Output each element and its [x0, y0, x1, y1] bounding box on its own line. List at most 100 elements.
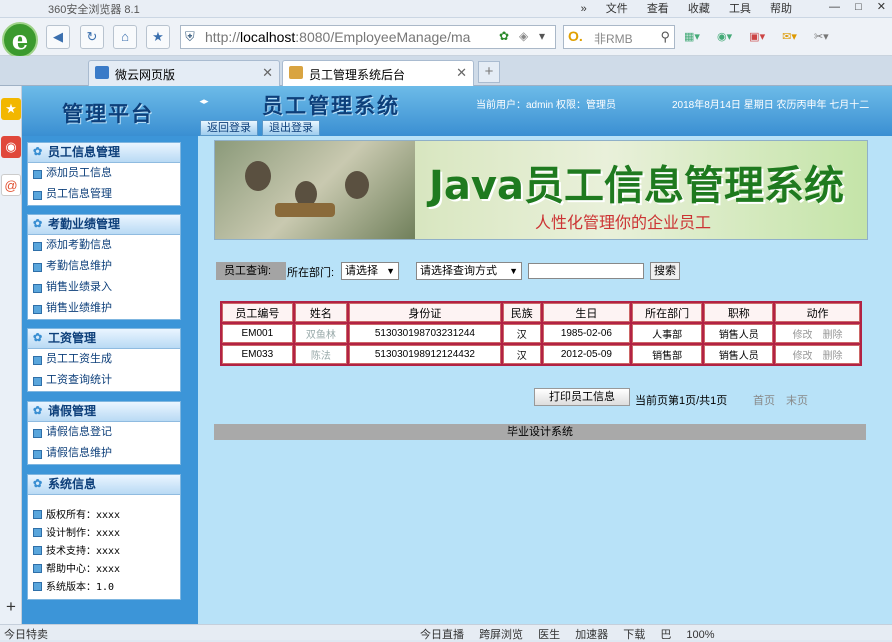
last-page-link[interactable]: 末页 [786, 392, 808, 408]
page-info: 当前页第1页/共1页 [635, 395, 728, 407]
sysinfo-copyright: 版权所有：xxxx [28, 507, 180, 525]
tab-employee-admin[interactable]: 员工管理系统后台 ✕ [282, 60, 474, 86]
url-dropdown-icon[interactable]: ▾ [539, 29, 545, 43]
translate-icon[interactable]: ▣▾ [749, 31, 765, 43]
refresh-icon[interactable]: ↻ [80, 25, 104, 49]
date-info: 2018年8月14日 星期日 农历丙申年 七月十二 [672, 100, 870, 111]
mail-sidebar-icon[interactable]: @ [1, 174, 21, 196]
menu-item-salary-stats[interactable]: 工资查询统计 [28, 370, 180, 391]
brand-title: 管理平台 [62, 101, 154, 126]
menu-item-add-attendance[interactable]: 添加考勤信息 [28, 235, 180, 256]
query-input[interactable] [528, 263, 644, 279]
new-tab-button[interactable]: + [478, 61, 500, 83]
col-birthday: 生日 [542, 303, 630, 322]
home-icon[interactable]: ⌂ [113, 25, 137, 49]
col-name: 姓名 [294, 303, 348, 322]
menu-tools[interactable]: 工具 [729, 3, 751, 15]
status-cross-screen[interactable]: 跨屏浏览 [479, 629, 523, 641]
menu-more[interactable]: » [581, 3, 587, 15]
col-idcard: 身份证 [349, 303, 501, 322]
menu-help[interactable]: 帮助 [770, 3, 792, 15]
dept-label: 所在部门: [287, 267, 335, 279]
tab-close-icon[interactable]: ✕ [456, 65, 467, 81]
status-download[interactable]: 下载 [623, 629, 645, 641]
maximize-icon[interactable]: □ [855, 1, 862, 13]
mail-icon[interactable]: ✉▾ [782, 31, 797, 43]
magnifier-icon[interactable]: ⚲ [660, 29, 670, 45]
col-employee-id: 员工编号 [222, 303, 293, 322]
cell-name-link[interactable]: 双鱼林 [294, 324, 348, 343]
tab-close-icon[interactable]: ✕ [262, 65, 273, 81]
banner-subtitle: 人性化管理你的企业员工 [535, 213, 712, 232]
favorite-star-icon[interactable]: ★ [146, 25, 170, 49]
screenshot-icon[interactable]: ✂▾ [814, 31, 829, 43]
edit-link[interactable]: 修改 [793, 351, 813, 362]
address-bar[interactable]: ⛨ http://localhost:8080/EmployeeManage/m… [180, 25, 556, 49]
menu-item-add-employee[interactable]: 添加员工信息 [28, 163, 180, 184]
menu-view[interactable]: 查看 [647, 3, 669, 15]
cell-idcard: 513030198703231244 [349, 324, 501, 343]
apps-icon[interactable]: ▦▾ [684, 31, 700, 43]
back-login-button[interactable]: 返回登录 [200, 120, 258, 136]
cell-id: EM001 [222, 324, 293, 343]
menu-item-sales-entry[interactable]: 销售业绩录入 [28, 277, 180, 298]
add-sidebar-icon[interactable]: + [1, 596, 21, 618]
tab-weiyun[interactable]: 微云网页版 ✕ [88, 60, 280, 86]
menu-item-salary-generate[interactable]: 员工工资生成 [28, 349, 180, 370]
status-ba[interactable]: 巴 [660, 629, 671, 641]
delete-link[interactable]: 删除 [823, 330, 843, 341]
minimize-icon[interactable]: — [829, 1, 840, 13]
sysinfo-design: 设计制作：xxxx [28, 525, 180, 543]
logout-button[interactable]: 退出登录 [262, 120, 320, 136]
system-title: 员工管理系统 [262, 93, 400, 118]
menu-panel-leave: 请假管理 请假信息登记 请假信息维护 [27, 401, 181, 465]
menu-title-sysinfo[interactable]: 系统信息 [28, 475, 180, 495]
print-employee-button[interactable]: 打印员工信息 [534, 388, 630, 406]
menu-title-salary[interactable]: 工资管理 [28, 329, 180, 349]
browser-navbar: e ◀ ↻ ⌂ ★ ⛨ http://localhost:8080/Employ… [0, 18, 892, 58]
dept-select[interactable]: 请选择 ▼ [341, 262, 399, 280]
cell-birthday: 1985-02-06 [542, 324, 630, 343]
edit-link[interactable]: 修改 [793, 330, 813, 341]
status-accelerator[interactable]: 加速器 [575, 629, 608, 641]
search-engine-icon[interactable]: O. [568, 28, 583, 44]
menu-favorites[interactable]: 收藏 [688, 3, 710, 15]
menu-item-leave-register[interactable]: 请假信息登记 [28, 422, 180, 443]
weibo-icon[interactable]: ◉ [1, 136, 21, 158]
main-content: Java员工信息管理系统 人性化管理你的企业员工 员工查询: 所在部门: 请选择… [198, 136, 892, 624]
query-mode-select[interactable]: 请选择查询方式 ▼ [416, 262, 522, 280]
cell-name-link[interactable]: 陈法 [294, 345, 348, 364]
menu-item-maintain-attendance[interactable]: 考勤信息维护 [28, 256, 180, 277]
query-mode-value: 请选择查询方式 [420, 265, 497, 277]
menu-item-manage-employee[interactable]: 员工信息管理 [28, 184, 180, 205]
menu-file[interactable]: 文件 [606, 3, 628, 15]
employee-table: 员工编号 姓名 身份证 民族 生日 所在部门 职称 动作 EM001 双鱼林 5… [220, 301, 862, 366]
search-button[interactable]: 搜索 [650, 262, 680, 280]
compat-icon[interactable]: ◈ [519, 29, 528, 43]
menu-item-leave-maintain[interactable]: 请假信息维护 [28, 443, 180, 464]
cell-title: 销售人员 [704, 324, 774, 343]
search-input[interactable]: 非RMB [594, 30, 633, 47]
accelerate-icon[interactable]: ✿ [499, 29, 509, 43]
status-live[interactable]: 今日直播 [420, 629, 464, 641]
browser-statusbar: 今日特卖 今日直播 跨屏浏览 医生 加速器 下载 巴 100% [0, 624, 892, 641]
first-page-link[interactable]: 首页 [753, 392, 775, 408]
menu-item-sales-maintain[interactable]: 销售业绩维护 [28, 298, 180, 319]
delete-link[interactable]: 删除 [823, 351, 843, 362]
search-box[interactable]: O. 非RMB ⚲ [563, 25, 675, 49]
url-text[interactable]: http://localhost:8080/EmployeeManage/ma [205, 29, 475, 45]
menu-title-employee[interactable]: 员工信息管理 [28, 143, 180, 163]
favorites-sidebar-icon[interactable]: ★ [1, 98, 21, 120]
menu-title-attendance[interactable]: 考勤业绩管理 [28, 215, 180, 235]
browser-logo-icon[interactable]: e [2, 22, 38, 58]
status-zoom[interactable]: 100% [686, 629, 714, 641]
col-dept: 所在部门 [631, 303, 703, 322]
page-icon [289, 66, 303, 79]
window-controls: — □ ✕ [817, 0, 886, 13]
close-icon[interactable]: ✕ [877, 1, 886, 13]
status-doctor[interactable]: 医生 [538, 629, 560, 641]
back-icon[interactable]: ◀ [46, 25, 70, 49]
security-icon[interactable]: ◉▾ [717, 31, 732, 43]
collapse-toggle-icon[interactable]: ◂▸ [197, 94, 211, 108]
menu-title-leave[interactable]: 请假管理 [28, 402, 180, 422]
